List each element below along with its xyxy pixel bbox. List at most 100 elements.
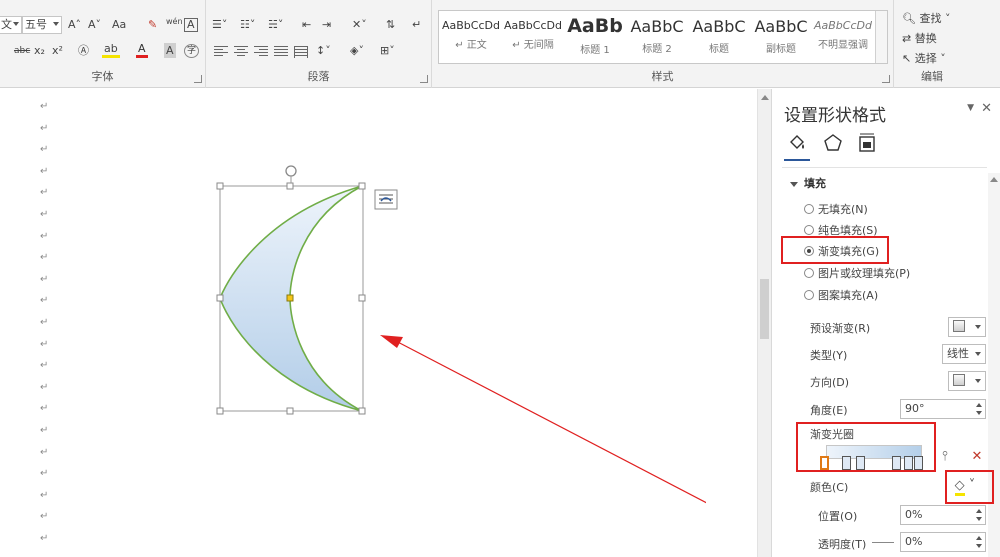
spin-up-icon[interactable] [976,536,982,540]
spin-up-icon[interactable] [976,509,982,513]
font-size-dropdown[interactable]: 五号 [22,16,62,34]
layout-tab-icon[interactable] [856,132,878,154]
decrease-indent-icon[interactable]: ⇤ [302,15,311,35]
resize-handle[interactable] [216,294,224,302]
chinese-layout-icon[interactable]: ✕˅ [352,15,367,35]
style-item-heading-2[interactable]: AaBbC 标题 2 [627,13,687,61]
fill-section-label: 填充 [804,177,826,190]
align-right-icon[interactable] [254,46,268,58]
spin-down-icon[interactable] [976,411,982,415]
resize-handle[interactable] [358,182,366,190]
document-canvas[interactable]: ↵ ↵ ↵ ↵ ↵ ↵ ↵ ↵ ↵ ↵ ↵ ↵ ↵ ↵ ↵ ↵ ↵ ↵ ↵ ↵ ↵ [0,89,706,557]
shading-icon[interactable]: ◈˅ [350,41,364,61]
strikethrough-button[interactable]: abc [12,41,32,61]
style-sample: AaBbC [630,17,684,36]
radio-button[interactable] [804,204,814,214]
style-item-subtle-emphasis[interactable]: AaBbCcDd 不明显强调 [813,13,873,61]
font-color-button[interactable]: A [136,41,148,58]
grow-font-button[interactable]: A˄ [66,15,83,35]
type-value: 线性 [947,347,969,360]
find-button[interactable]: 🔍︎ 查找 ˅ [902,9,950,29]
text-effects-icon[interactable]: Ⓐ [76,41,91,61]
radio-picture-fill[interactable]: 图片或纹理填充(P) [804,265,910,281]
bullets-icon[interactable]: ☰˅ [212,15,227,35]
font-dialog-launcher-icon[interactable] [194,75,202,83]
change-case-button[interactable]: Aa [110,15,128,35]
styles-gallery: AaBbCcDd ↵ 正文 AaBbCcDd ↵ 无间隔 AaBb 标题 1 A… [438,10,888,64]
rotate-handle-icon[interactable] [285,165,297,183]
angle-spinner[interactable]: 90° [900,399,986,419]
enclose-char-button[interactable]: 字 [184,44,200,58]
resize-handle[interactable] [216,407,224,415]
style-item-normal[interactable]: AaBbCcDd ↵ 正文 [441,13,501,61]
effects-tab-icon[interactable] [822,132,844,154]
paragraph-group-label: 段落 [307,70,330,83]
style-item-subtitle[interactable]: AaBbC 副标题 [751,13,811,61]
resize-handle[interactable] [358,407,366,415]
find-label: 查找 [919,12,942,25]
resize-handle[interactable] [216,182,224,190]
align-left-icon[interactable] [214,46,228,58]
position-spinner[interactable]: 0% [900,505,986,525]
angle-label: 角度(E) [810,404,848,417]
radio-pattern-fill[interactable]: 图案填充(A) [804,287,878,303]
layout-options-icon[interactable] [374,189,398,210]
direction-dropdown[interactable] [948,371,986,391]
transparency-spinner[interactable]: 0% [900,532,986,552]
char-shading-button[interactable]: A [164,43,176,58]
radio-label: 图片或纹理填充(P) [818,267,911,280]
resize-handle[interactable] [286,407,294,415]
spin-up-icon[interactable] [976,403,982,407]
style-item-title[interactable]: AaBbC 标题 [689,13,749,61]
sort-icon[interactable]: ⇅ [386,15,395,35]
font-name-dropdown[interactable]: 文 [0,16,22,34]
numbering-icon[interactable]: ☷˅ [240,15,255,35]
select-button[interactable]: ↖ 选择 ˅ [902,49,946,69]
resize-handle[interactable] [286,182,294,190]
styles-gallery-scroll[interactable] [875,11,887,63]
annotation-arrowhead [380,335,403,348]
adjust-handle[interactable] [286,294,294,302]
align-center-icon[interactable] [234,46,248,58]
highlight-color-button[interactable]: ab [102,41,120,58]
close-icon[interactable]: ✕ [981,101,992,116]
remove-stop-icon[interactable]: ✕ [967,447,987,467]
transparency-slider[interactable] [872,542,894,543]
style-sample: AaBbC [754,17,808,36]
radio-button[interactable] [804,225,814,235]
resize-handle[interactable] [358,294,366,302]
scroll-up-icon[interactable] [761,95,769,100]
fill-section-header[interactable]: 填充 [790,175,826,191]
line-spacing-icon[interactable]: ↕˅ [316,41,331,61]
add-stop-icon[interactable]: ⫯ [935,447,955,467]
multilevel-list-icon[interactable]: ☵˅ [268,15,283,35]
phonetic-guide-button[interactable]: wén [164,12,185,32]
style-item-no-spacing[interactable]: AaBbCcDd ↵ 无间隔 [503,13,563,61]
pane-options-icon[interactable]: ▼ [967,103,974,113]
show-marks-icon[interactable]: ↵ [412,15,421,35]
superscript-button[interactable]: x² [50,41,65,61]
borders-icon[interactable]: ⊞˅ [380,41,395,61]
clear-format-icon[interactable]: ✎ [146,15,159,35]
document-scrollbar[interactable] [757,89,771,557]
style-item-heading-1[interactable]: AaBb 标题 1 [565,13,625,61]
spin-down-icon[interactable] [976,517,982,521]
char-border-button[interactable]: A [184,18,198,32]
type-dropdown[interactable]: 线性 [942,344,986,364]
preset-gradient-dropdown[interactable] [948,317,986,337]
justify-icon[interactable] [274,46,288,58]
scroll-up-icon[interactable] [990,177,998,182]
scrollbar-thumb[interactable] [760,279,769,339]
subscript-button[interactable]: x₂ [32,41,47,61]
editing-group: 🔍︎ 查找 ˅ ⇄ 替换 ↖ 选择 ˅ 编辑 [894,0,1000,88]
increase-indent-icon[interactable]: ⇥ [322,15,331,35]
radio-button[interactable] [804,268,814,278]
radio-no-fill[interactable]: 无填充(N) [804,201,868,217]
spin-down-icon[interactable] [976,544,982,548]
fill-line-tab-icon[interactable] [786,132,808,154]
replace-button[interactable]: ⇄ 替换 [902,29,937,49]
radio-button[interactable] [804,290,814,300]
shrink-font-button[interactable]: A˅ [86,15,103,35]
paragraph-dialog-launcher-icon[interactable] [420,75,428,83]
distributed-icon[interactable] [294,46,308,58]
